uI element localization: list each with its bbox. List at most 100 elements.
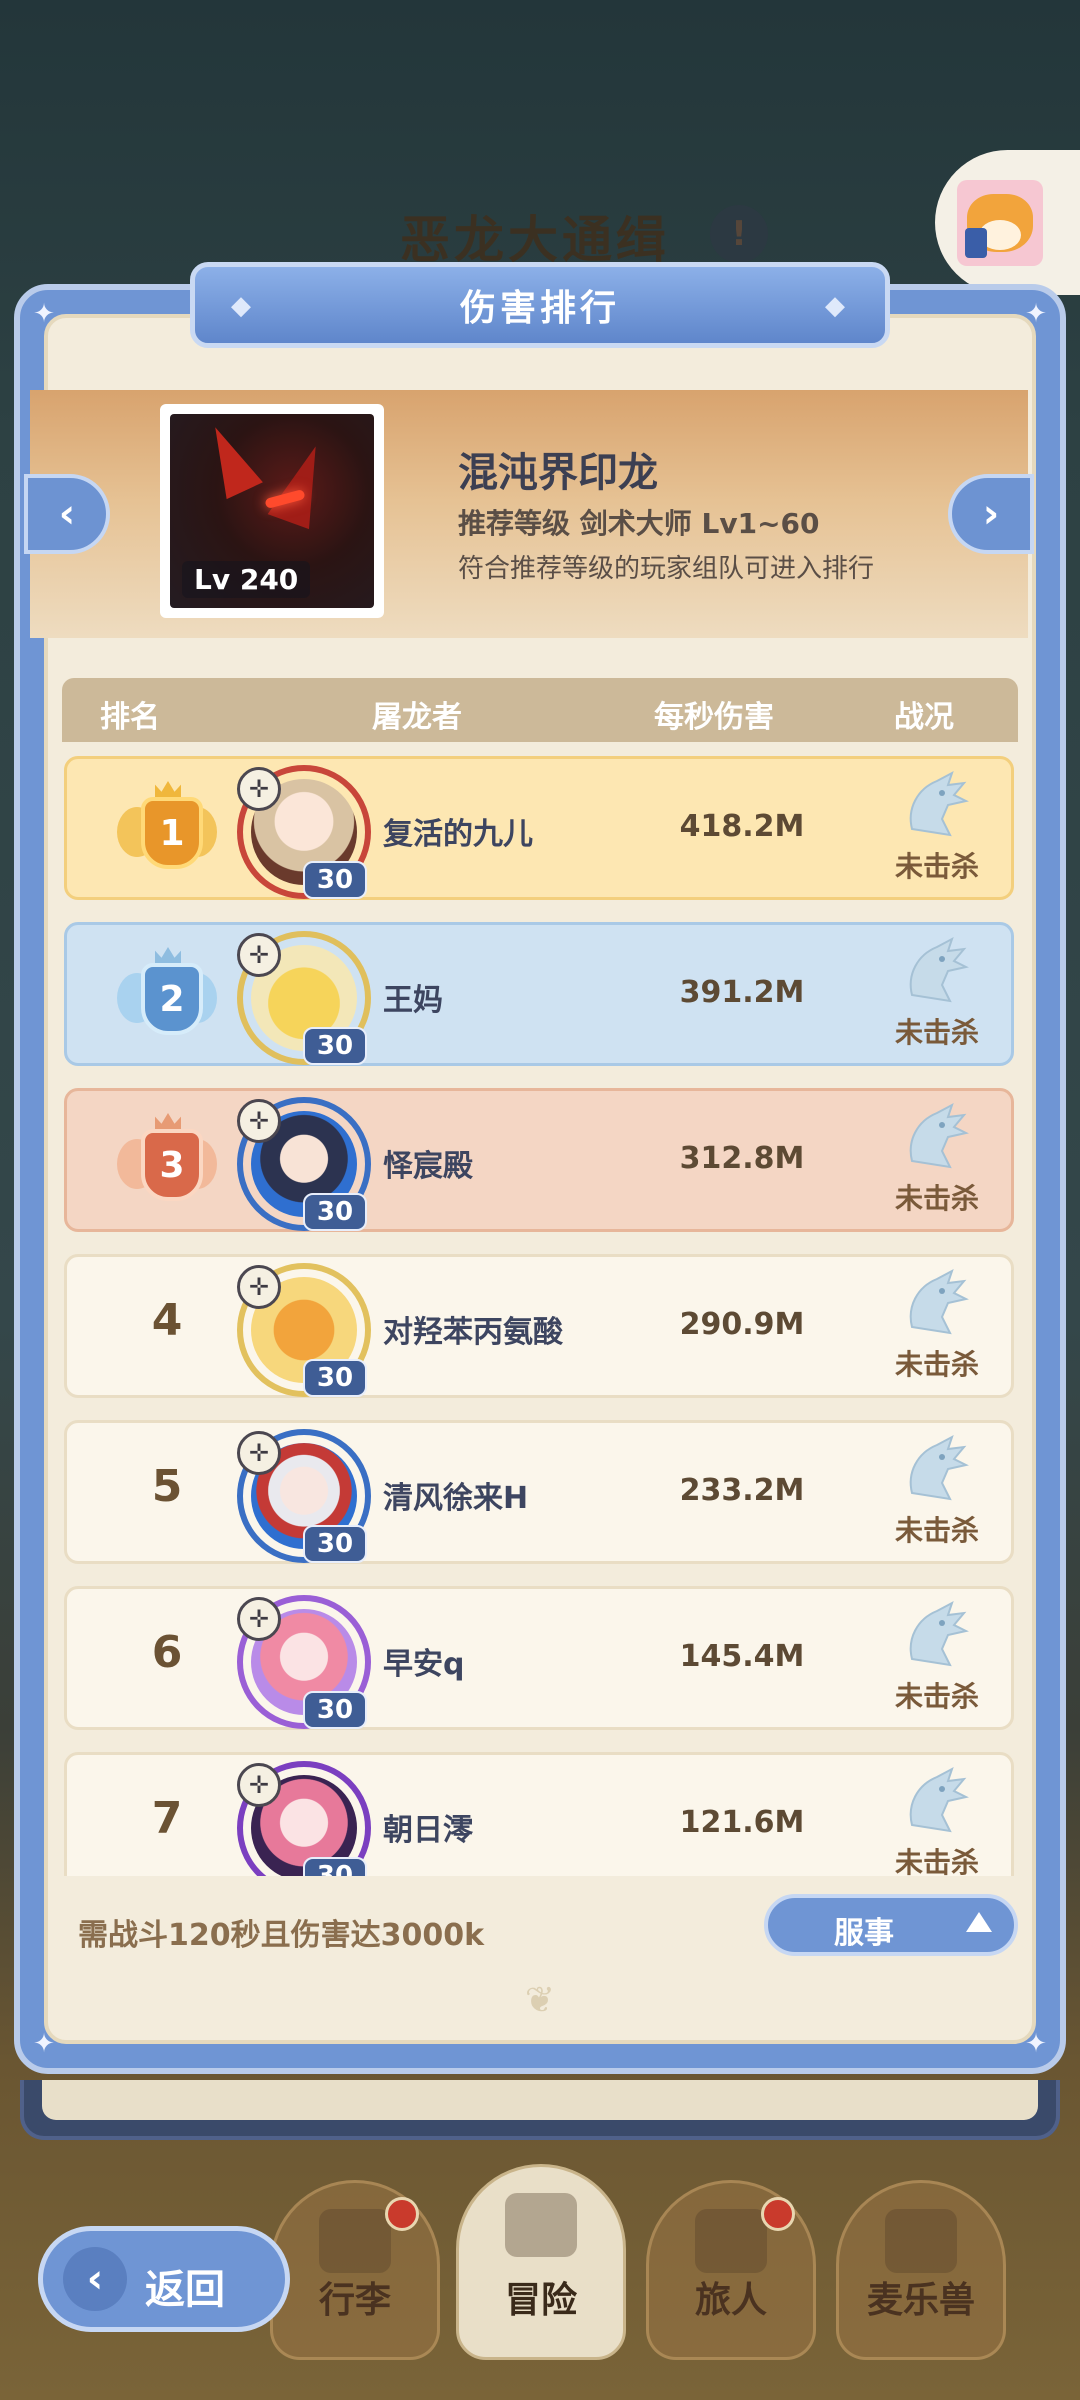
diamond-icon: ◆ <box>825 291 849 321</box>
player-damage: 121.6M <box>679 1805 805 1840</box>
dragon-head-icon <box>909 770 969 837</box>
panel-title-banner: ◆ 伤害排行 ◆ <box>190 262 890 348</box>
table-row[interactable]: 1 ✛ 30 复活的九儿 418.2M 未击杀 <box>64 756 1014 900</box>
player-damage: 312.8M <box>679 1141 805 1176</box>
player-name: 早安q <box>383 1647 465 1682</box>
header-status: 战况 <box>894 700 954 735</box>
gold-medal-icon: 1 <box>115 779 219 879</box>
cat-avatar-icon <box>957 179 1043 266</box>
nav-item-adventure[interactable]: 冒险 <box>456 2164 626 2360</box>
kill-status-label: 未击杀 <box>894 1182 979 1215</box>
kill-status: 未击杀 <box>867 769 1007 885</box>
diamond-icon: ◆ <box>231 291 255 321</box>
player-avatar[interactable]: ✛ 30 <box>237 1097 371 1231</box>
dragon-head-icon <box>909 936 969 1003</box>
kill-status-label: 未击杀 <box>894 1514 979 1547</box>
player-name: 怿宸殿 <box>383 1149 473 1184</box>
nav-label: 冒险 <box>504 2280 577 2321</box>
player-name: 复活的九儿 <box>383 817 533 852</box>
player-damage: 290.9M <box>679 1307 805 1342</box>
rank-number: 7 <box>151 1793 183 1844</box>
server-select-label: 服事 <box>834 1916 894 1951</box>
dragon-head-icon <box>909 1600 969 1667</box>
nav-label: 旅人 <box>694 2280 767 2321</box>
boss-ranking-note: 符合推荐等级的玩家组队可进入排行 <box>458 554 875 584</box>
player-avatar[interactable]: ✛ 30 <box>237 1595 371 1729</box>
player-damage: 145.4M <box>679 1639 805 1674</box>
nav-label: 行李 <box>318 2280 391 2321</box>
player-damage: 391.2M <box>679 975 805 1010</box>
table-row[interactable]: 7 ✛ 30 朝日澪 121.6M 未击杀 <box>64 1752 1014 1876</box>
table-row[interactable]: 3 ✛ 30 怿宸殿 312.8M 未击杀 <box>64 1088 1014 1232</box>
player-avatar[interactable]: ✛ 30 <box>237 765 371 899</box>
server-select-button[interactable]: 服事 <box>764 1894 1018 1956</box>
kill-status: 未击杀 <box>867 935 1007 1051</box>
panel-footer: 需战斗120秒且伤害达3000k 服事 <box>62 1880 1018 1972</box>
ranking-list[interactable]: 1 ✛ 30 复活的九儿 418.2M 未击杀 2 ✛ 30 王妈 391.2M <box>62 756 1018 1876</box>
class-sword-icon: ✛ <box>237 1597 281 1641</box>
prev-boss-button[interactable]: ‹ <box>24 474 110 554</box>
background-panel-edge <box>20 2080 1060 2140</box>
player-damage: 418.2M <box>679 809 805 844</box>
nav-item-pets[interactable]: 麦乐兽 <box>836 2180 1006 2360</box>
boss-info: ‹ Lv 240 混沌界印龙 推荐等级 剑术大师 Lv1~60 符合推荐等级的玩… <box>24 390 1034 638</box>
notification-dot <box>385 2197 419 2231</box>
class-sword-icon: ✛ <box>237 933 281 977</box>
back-label: 返回 <box>145 2267 225 2313</box>
kill-status-label: 未击杀 <box>894 850 979 883</box>
rank-number: 6 <box>151 1627 183 1678</box>
table-row[interactable]: 2 ✛ 30 王妈 391.2M 未击杀 <box>64 922 1014 1066</box>
player-level: 30 <box>303 1857 367 1876</box>
event-info-icon[interactable]: ! <box>710 205 768 263</box>
header-rank: 排名 <box>100 700 160 735</box>
player-level: 30 <box>303 1027 367 1065</box>
dragon-head-icon <box>909 1268 969 1335</box>
kill-status: 未击杀 <box>867 1765 1007 1876</box>
kill-status: 未击杀 <box>867 1433 1007 1549</box>
rank-number: 5 <box>151 1461 183 1512</box>
back-arrow-icon: ‹ <box>63 2247 127 2311</box>
table-row[interactable]: 6 ✛ 30 早安q 145.4M 未击杀 <box>64 1586 1014 1730</box>
table-row[interactable]: 4 ✛ 30 对羟苯丙氨酸 290.9M 未击杀 <box>64 1254 1014 1398</box>
boss-recommend-level: 推荐等级 剑术大师 Lv1~60 <box>458 507 820 540</box>
player-avatar[interactable]: ✛ 30 <box>237 931 371 1065</box>
nav-item-luggage[interactable]: 行李 <box>270 2180 440 2360</box>
player-level: 30 <box>303 1691 367 1729</box>
player-damage: 233.2M <box>679 1473 805 1508</box>
panel-title: 伤害排行 <box>459 288 620 329</box>
class-sword-icon: ✛ <box>237 767 281 811</box>
notification-dot <box>761 2197 795 2231</box>
kill-status: 未击杀 <box>867 1267 1007 1383</box>
traveler-icon <box>695 2209 767 2273</box>
dragon-head-icon <box>909 1766 969 1833</box>
table-row[interactable]: 5 ✛ 30 清风徐来H 233.2M 未击杀 <box>64 1420 1014 1564</box>
player-level: 30 <box>303 1525 367 1563</box>
class-sword-icon: ✛ <box>237 1763 281 1807</box>
rank-number: 4 <box>151 1295 183 1346</box>
player-avatar[interactable]: ✛ 30 <box>237 1761 371 1876</box>
dragon-head-icon <box>909 1102 969 1169</box>
corner-ornament-icon: ✦ <box>1025 2029 1047 2059</box>
kill-status-label: 未击杀 <box>894 1348 979 1381</box>
header-dps: 每秒伤害 <box>654 700 774 735</box>
class-sword-icon: ✛ <box>237 1099 281 1143</box>
kill-status-label: 未击杀 <box>894 1680 979 1713</box>
silver-medal-icon: 2 <box>115 945 219 1045</box>
kill-status-label: 未击杀 <box>894 1846 979 1876</box>
player-level: 30 <box>303 1193 367 1231</box>
nav-item-travelers[interactable]: 旅人 <box>646 2180 816 2360</box>
class-sword-icon: ✛ <box>237 1265 281 1309</box>
triangle-up-icon <box>966 1912 992 1932</box>
corner-ornament-icon: ✦ <box>33 2029 55 2059</box>
kill-status-label: 未击杀 <box>894 1016 979 1049</box>
class-sword-icon: ✛ <box>237 1431 281 1475</box>
header-slayer: 屠龙者 <box>372 700 462 735</box>
next-boss-button[interactable]: › <box>948 474 1034 554</box>
back-button[interactable]: ‹ 返回 <box>38 2226 290 2332</box>
panel-ornament-icon: ❦ <box>524 1980 556 2021</box>
nav-label: 麦乐兽 <box>866 2280 975 2321</box>
player-avatar[interactable]: ✛ 30 <box>237 1429 371 1563</box>
floating-avatar[interactable] <box>935 150 1080 295</box>
player-avatar[interactable]: ✛ 30 <box>237 1263 371 1397</box>
dragon-image: Lv 240 <box>170 414 374 608</box>
